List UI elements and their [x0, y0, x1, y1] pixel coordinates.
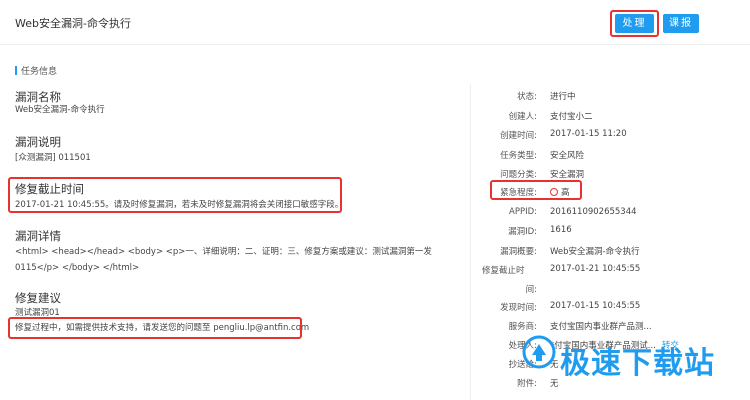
vuln-detail-line2: 0115</p> </body> </html> — [15, 263, 140, 273]
vuln-desc-value: [众测漏洞] 011501 — [15, 153, 91, 163]
task-type-value: 安全风险 — [550, 151, 585, 161]
fix-advice-highlight — [8, 317, 302, 339]
column-divider — [470, 84, 471, 400]
deadline-value: 2017-01-21 10:45:55 — [550, 264, 641, 274]
created-time-value: 2017-01-15 11:20 — [550, 129, 627, 139]
found-time-key: 发现时间: — [500, 303, 537, 313]
vuln-desc-label: 漏洞说明 — [15, 135, 61, 149]
appid-value: 2016110902655344 — [550, 207, 637, 217]
process-button-highlight — [610, 10, 659, 37]
created-time-key: 创建时间: — [500, 131, 537, 141]
appid-key: APPID: — [509, 207, 537, 217]
attachment-key: 附件: — [517, 379, 537, 389]
status-value: 进行中 — [550, 92, 576, 102]
vuln-summary-key: 漏洞概要: — [500, 247, 537, 257]
issue-category-key: 问题分类: — [500, 170, 537, 180]
found-time-value: 2017-01-15 10:45:55 — [550, 301, 641, 311]
page-title: Web安全漏洞-命令执行 — [15, 17, 131, 30]
vuln-id-value: 1616 — [550, 225, 572, 235]
section-marker — [15, 66, 17, 75]
status-key: 状态: — [517, 92, 537, 102]
attachment-value: 无 — [550, 379, 559, 389]
vuln-name-value: Web安全漏洞-命令执行 — [15, 105, 105, 115]
report-button[interactable]: 课报 — [663, 14, 699, 33]
provider-value: 支付宝国内事业群产品测... — [550, 322, 652, 332]
deadline-key: 修复截止时 — [482, 266, 525, 276]
watermark-logo-icon — [522, 335, 556, 369]
provider-key: 服务商: — [508, 322, 537, 332]
task-type-key: 任务类型: — [500, 151, 537, 161]
vuln-detail-label: 漏洞详情 — [15, 229, 61, 243]
deadline-key-cont: 间: — [525, 285, 537, 295]
section-title-text: 任务信息 — [21, 67, 58, 77]
creator-value: 支付宝小二 — [550, 112, 593, 122]
creator-key: 创建人: — [508, 112, 537, 122]
section-title: 任务信息 — [15, 64, 57, 77]
vuln-summary-value: Web安全漏洞-命令执行 — [550, 247, 640, 257]
urgency-highlight — [490, 180, 582, 200]
watermark-text: 极速下载站 — [560, 346, 715, 381]
fix-deadline-highlight — [8, 177, 342, 213]
issue-category-value: 安全漏洞 — [550, 170, 585, 180]
vuln-id-key: 漏洞ID: — [508, 227, 537, 237]
